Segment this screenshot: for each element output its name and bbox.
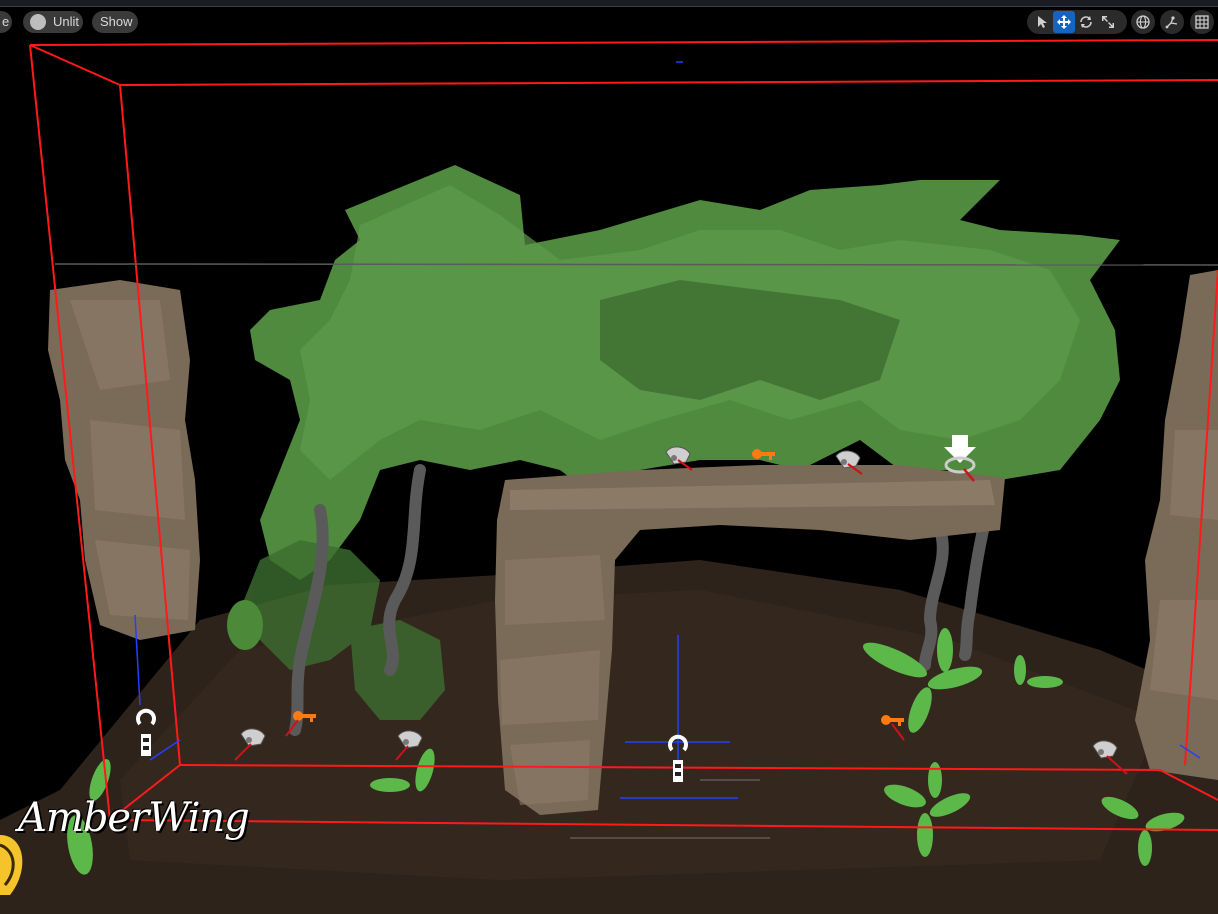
viewport-top-border bbox=[0, 0, 1218, 7]
viewport-options-label: e bbox=[2, 14, 10, 29]
show-menu-button[interactable]: Show bbox=[92, 11, 138, 33]
surface-snapping-button[interactable] bbox=[1160, 10, 1184, 34]
grid-snap-icon bbox=[1195, 15, 1209, 29]
rotate-icon bbox=[1080, 16, 1092, 28]
world-globe-icon bbox=[1136, 15, 1150, 29]
brand-watermark: AmberWing bbox=[18, 795, 250, 841]
show-menu-label: Show bbox=[100, 14, 133, 29]
world-space-button[interactable] bbox=[1131, 10, 1155, 34]
rotate-tool-button[interactable] bbox=[1075, 11, 1097, 33]
bush-left bbox=[227, 600, 263, 650]
unlit-sphere-icon bbox=[30, 14, 46, 30]
rock-pillar-left bbox=[48, 280, 200, 640]
view-mode-button[interactable]: Unlit bbox=[23, 11, 83, 33]
select-tool-button[interactable] bbox=[1031, 11, 1053, 33]
move-tool-button[interactable] bbox=[1053, 11, 1075, 33]
move-icon bbox=[1057, 15, 1071, 29]
rock-pillar-right bbox=[1135, 270, 1218, 780]
view-mode-label: Unlit bbox=[53, 14, 80, 29]
select-arrow-icon bbox=[1038, 16, 1047, 28]
scene-render bbox=[0, 39, 1218, 914]
transform-tools-group bbox=[1027, 10, 1127, 34]
scale-tool-button[interactable] bbox=[1097, 11, 1119, 33]
scale-icon bbox=[1102, 16, 1114, 28]
grid-snap-button[interactable] bbox=[1190, 10, 1214, 34]
surface-snapping-icon bbox=[1165, 16, 1178, 29]
level-viewport[interactable]: e Unlit Show AmberWing bbox=[0, 0, 1218, 914]
